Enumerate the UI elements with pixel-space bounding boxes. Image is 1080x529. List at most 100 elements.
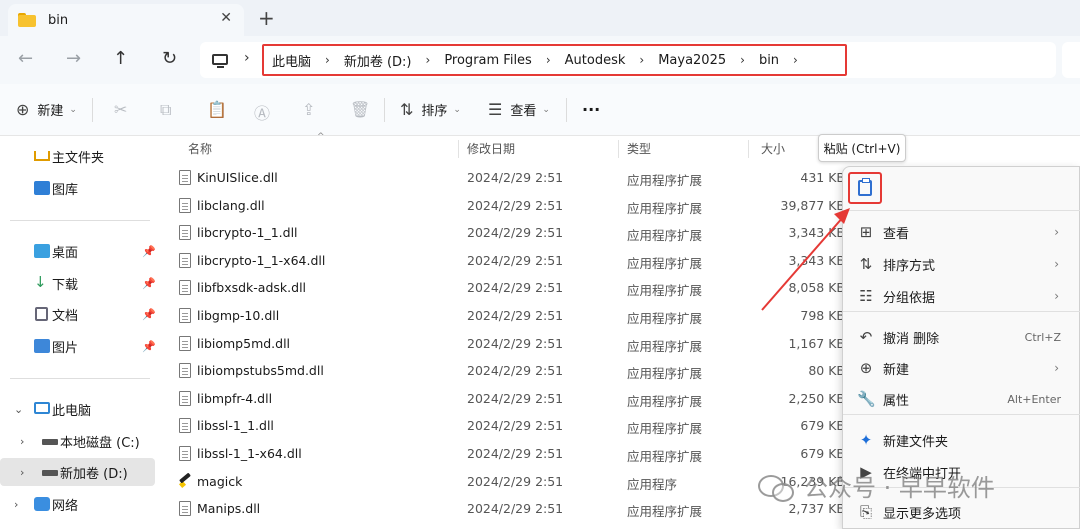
pin-icon[interactable]: 📌 (142, 245, 156, 258)
column-header-type[interactable]: 类型 (627, 140, 651, 157)
sidebar-item-documents[interactable]: 文档 📌 (0, 300, 156, 328)
file-row[interactable]: libcrypto-1_1.dll 2024/2/29 2:51 应用程序扩展 3,3… (175, 219, 845, 246)
sidebar-label: 文档 (52, 308, 79, 324)
tab-bin[interactable]: bin ✕ (8, 4, 244, 36)
column-header-name[interactable]: 名称 (188, 140, 212, 157)
column-divider[interactable] (748, 140, 749, 158)
menu-item-sort-by[interactable]: ⇅ 排序方式 › (843, 249, 1080, 279)
sidebar-label: 新加卷 (D:) (60, 466, 128, 482)
document-icon (35, 307, 48, 321)
file-row[interactable]: magick 2024/2/29 2:51 应用程序 16,239 KB (175, 468, 845, 495)
refresh-button[interactable]: ↻ (162, 48, 177, 69)
up-button[interactable]: ↑ (113, 48, 128, 69)
file-size: 80 KB (808, 363, 845, 379)
view-button[interactable]: ☰ 查看 ⌄ (488, 100, 550, 119)
search-box[interactable] (1062, 42, 1080, 78)
file-row[interactable]: libiompstubs5md.dll 2024/2/29 2:51 应用程序扩展 8… (175, 357, 845, 384)
cut-icon[interactable]: ✂ (114, 100, 127, 119)
chevron-right-icon: › (1054, 257, 1059, 271)
file-row[interactable]: libiomp5md.dll 2024/2/29 2:51 应用程序扩展 1,167 … (175, 330, 845, 357)
file-size: 39,877 KB (780, 197, 845, 213)
column-header-size[interactable]: 大小 (761, 140, 785, 157)
share-icon[interactable]: ⇪ (302, 100, 315, 119)
address-bar[interactable]: › 此电脑 › 新加卷 (D:) › Program Files › Autodesk › Ma… (200, 42, 1056, 78)
chevron-right-icon[interactable]: › (546, 53, 551, 67)
navigation-bar: ← → ↑ ↻ › 此电脑 › 新加卷 (D:) › Program Files › Aut… (0, 36, 1080, 84)
sidebar-item-network[interactable]: › 网络 (0, 490, 155, 518)
pin-icon[interactable]: 📌 (142, 340, 156, 353)
file-name: libssl-1_1.dll (197, 418, 274, 434)
file-row[interactable]: libfbxsdk-adsk.dll 2024/2/29 2:51 应用程序扩展 8,… (175, 274, 845, 301)
pin-icon[interactable]: 📌 (142, 308, 156, 321)
file-size: 2,250 KB (788, 390, 845, 406)
file-type: 应用程序扩展 (627, 311, 703, 326)
sort-label: 排序 (421, 104, 448, 119)
copy-icon[interactable]: ⧉ (160, 100, 171, 120)
paste-icon[interactable]: 📋 (207, 100, 227, 119)
back-button[interactable]: ← (18, 48, 33, 69)
more-options-icon: ⎘ (859, 503, 872, 521)
file-row[interactable]: libgmp-10.dll 2024/2/29 2:51 应用程序扩展 798 KB (175, 302, 845, 329)
sidebar-label: 图库 (52, 182, 79, 198)
sidebar-item-drive-c[interactable]: › 本地磁盘 (C:) (0, 427, 155, 455)
chevron-right-icon[interactable]: › (20, 435, 24, 448)
file-date: 2024/2/29 2:51 (467, 308, 564, 323)
chevron-down-icon[interactable]: ⌄ (14, 403, 23, 416)
file-row[interactable]: libclang.dll 2024/2/29 2:51 应用程序扩展 39,877 K… (175, 192, 845, 219)
sidebar-item-downloads[interactable]: ↓ 下载 📌 (0, 269, 156, 297)
breadcrumb-item[interactable]: 新加卷 (D:) (344, 51, 412, 70)
file-row[interactable]: libssl-1_1-x64.dll 2024/2/29 2:51 应用程序扩展 67… (175, 440, 845, 467)
file-size: 3,343 KB (788, 252, 845, 268)
sidebar-item-drive-d[interactable]: › 新加卷 (D:) (0, 458, 155, 486)
menu-item-new-folder[interactable]: ✦ 新建文件夹 (843, 425, 1080, 455)
chevron-right-icon[interactable]: › (20, 466, 24, 479)
chevron-right-icon[interactable]: › (14, 498, 18, 511)
menu-item-undo-delete[interactable]: ↶ 撤消 删除 Ctrl+Z (843, 322, 1080, 352)
new-tab-button[interactable]: + (258, 6, 275, 30)
breadcrumb-item[interactable]: Autodesk (565, 53, 626, 68)
paste-button[interactable] (848, 172, 882, 204)
menu-item-group-by[interactable]: ☷ 分组依据 › (843, 281, 1080, 311)
breadcrumb-item[interactable]: Maya2025 (658, 53, 726, 68)
tab-strip: bin ✕ + (0, 0, 1080, 36)
chevron-right-icon[interactable]: › (325, 53, 330, 67)
forward-button[interactable]: → (66, 48, 81, 69)
breadcrumb-item[interactable]: Program Files (444, 53, 532, 68)
chevron-down-icon: ⌄ (69, 104, 77, 115)
file-type: 应用程序扩展 (627, 338, 703, 354)
menu-item-new[interactable]: ⊕ 新建 › (843, 353, 1080, 383)
chevron-right-icon[interactable]: › (426, 53, 431, 67)
sidebar-item-pictures[interactable]: 图片 📌 (0, 332, 156, 360)
column-divider[interactable] (458, 140, 459, 158)
menu-item-view[interactable]: ⊞ 查看 › (843, 217, 1080, 247)
sidebar-item-home[interactable]: 主文件夹 (0, 142, 155, 170)
view-label: 查看 (510, 104, 537, 119)
delete-icon[interactable]: 🗑 (350, 100, 370, 119)
file-row[interactable]: libcrypto-1_1-x64.dll 2024/2/29 2:51 应用程序扩… (175, 247, 845, 274)
sidebar-label: 图片 (52, 340, 79, 356)
chevron-right-icon[interactable]: › (793, 53, 798, 67)
chevron-right-icon[interactable]: › (244, 50, 250, 66)
column-divider[interactable] (618, 140, 619, 158)
drive-icon (42, 439, 58, 445)
breadcrumb-item[interactable]: 此电脑 (272, 51, 311, 70)
chevron-right-icon[interactable]: › (639, 53, 644, 67)
close-icon[interactable]: ✕ (220, 10, 232, 26)
file-row[interactable]: Manips.dll 2024/2/29 2:51 应用程序扩展 2,737 KB (175, 495, 845, 522)
file-row[interactable]: KinUISlice.dll 2024/2/29 2:51 应用程序扩展 431 KB (175, 164, 845, 191)
file-row[interactable]: libmpfr-4.dll 2024/2/29 2:51 应用程序扩展 2,250 K… (175, 385, 845, 412)
menu-item-properties[interactable]: 🔧 属性 Alt+Enter (843, 384, 1080, 414)
pin-icon[interactable]: 📌 (142, 277, 156, 290)
sidebar-item-this-pc[interactable]: ⌄ 此电脑 (0, 395, 155, 423)
sidebar-item-gallery[interactable]: 图库 (0, 174, 155, 202)
rename-icon[interactable]: Ⓐ (254, 100, 270, 124)
new-button[interactable]: ⊕ 新建 ⌄ (16, 100, 77, 119)
column-header-date[interactable]: 修改日期 (467, 140, 515, 157)
sort-button[interactable]: ⇅ 排序 ⌄ (400, 100, 461, 119)
file-date: 2024/2/29 2:51 (467, 390, 564, 406)
more-options-button[interactable]: ··· (582, 100, 600, 119)
file-row[interactable]: libssl-1_1.dll 2024/2/29 2:51 应用程序扩展 679 KB (175, 412, 845, 439)
breadcrumb-item[interactable]: bin (759, 53, 779, 68)
sidebar-item-desktop[interactable]: 桌面 📌 (0, 237, 156, 265)
chevron-right-icon[interactable]: › (740, 53, 745, 67)
